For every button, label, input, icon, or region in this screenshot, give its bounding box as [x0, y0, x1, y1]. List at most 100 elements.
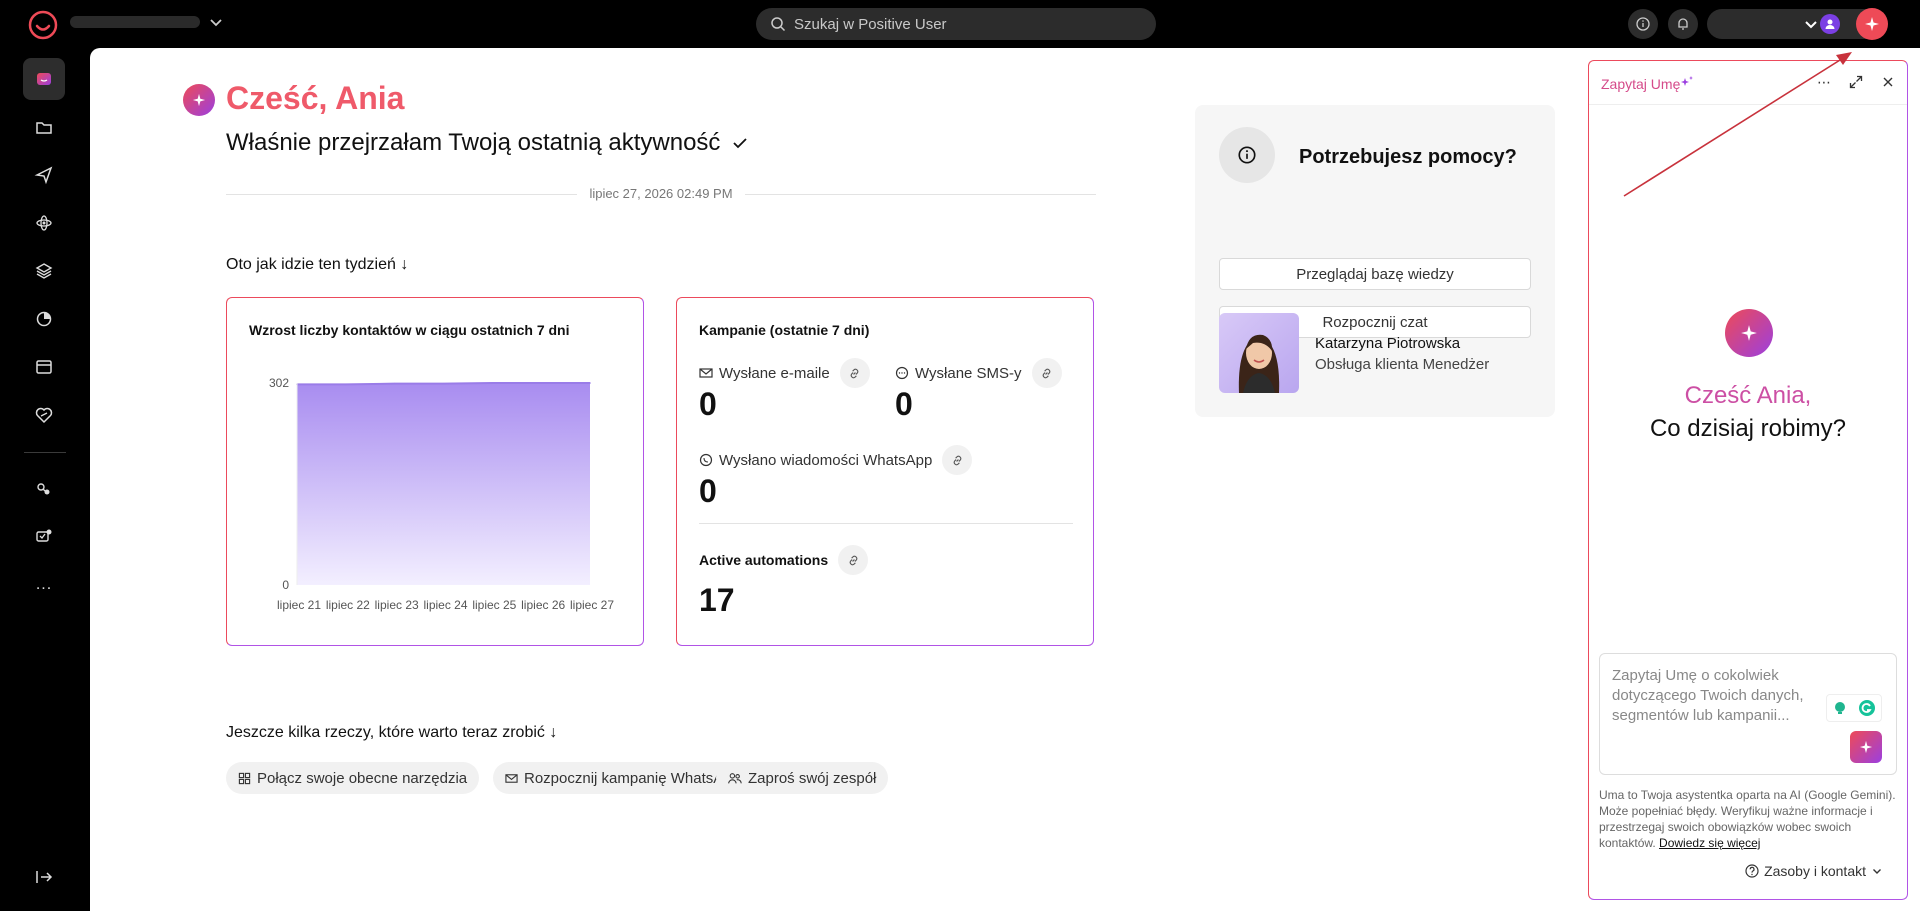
- automations-kpi-value: 17: [699, 582, 735, 618]
- timestamp-text: lipiec 27, 2026 02:49 PM: [577, 186, 745, 201]
- emails-kpi-text: Wysłane e-maile: [719, 364, 830, 382]
- lightbulb-icon[interactable]: [1832, 700, 1848, 716]
- browser-icon: [36, 360, 52, 374]
- ai-panel-title: Zapytaj Umę: [1601, 76, 1694, 92]
- info-button[interactable]: [1628, 9, 1658, 39]
- loyalty-icon: [35, 407, 53, 424]
- close-icon[interactable]: [1879, 73, 1897, 91]
- notifications-button[interactable]: [1668, 9, 1698, 39]
- x-tick-label-5: lipiec 26: [521, 598, 565, 612]
- logout-icon: [36, 871, 53, 883]
- contacts-growth-card[interactable]: Wzrost liczby kontaktów w ciągu ostatnic…: [226, 297, 644, 646]
- activity-subtitle-text: Właśnie przejrzałam Twoją ostatnią aktyw…: [226, 129, 721, 156]
- invite-team-chip[interactable]: Zaproś swój zespół: [716, 762, 889, 794]
- learn-more-link[interactable]: Dowiedz się więcej: [1659, 836, 1760, 850]
- sidebar-item-loyalty[interactable]: [23, 394, 65, 436]
- sms-kpi-label: Wysłane SMS-y: [895, 358, 1062, 388]
- sparkles-icon: [1681, 76, 1694, 86]
- ai-greeting: Cześć Ania,: [1684, 382, 1812, 409]
- link-icon: [953, 455, 962, 465]
- connect-tools-chip[interactable]: Połącz swoje obecne narzędzia: [226, 762, 480, 794]
- sparkle-icon: [1741, 325, 1757, 341]
- chart-point-1: [345, 383, 347, 386]
- sidebar-item-settings[interactable]: [23, 516, 65, 558]
- sms-kpi-value: 0: [895, 386, 913, 422]
- resources-label: Zasoby i kontakt: [1764, 863, 1866, 879]
- chart-point-5: [540, 382, 542, 384]
- sms-kpi-text: Wysłane SMS-y: [915, 364, 1022, 382]
- ai-prompt-input[interactable]: [1612, 666, 1842, 738]
- tools-icon: [238, 772, 251, 784]
- user-icon: [1825, 19, 1835, 29]
- layers-icon: [35, 263, 53, 279]
- team-icon: [728, 772, 742, 783]
- invite-team-label: Zaproś swój zespół: [748, 769, 877, 787]
- help-title: Potrzebujesz pomocy?: [1299, 146, 1517, 168]
- activity-subtitle: Właśnie przejrzałam Twoją ostatnią aktyw…: [226, 129, 748, 157]
- chat-settings-icon: [36, 529, 52, 542]
- account-name-redacted[interactable]: [70, 16, 200, 28]
- chart-point-2: [393, 382, 396, 385]
- chart-point-4: [491, 382, 494, 384]
- sidebar-item-home[interactable]: [23, 58, 65, 100]
- ai-send-button[interactable]: [1850, 731, 1882, 763]
- knowledge-base-button[interactable]: Przeglądaj bazę wiedzy: [1219, 258, 1531, 290]
- user-menu[interactable]: [1707, 9, 1881, 39]
- sidebar-item-pages[interactable]: [23, 346, 65, 388]
- sidebar: ...: [0, 48, 90, 911]
- info-icon: [1636, 17, 1650, 31]
- ai-prompt-box: [1599, 653, 1897, 775]
- automations-link-button[interactable]: [838, 545, 869, 575]
- help-circle-icon: [1745, 864, 1759, 878]
- sidebar-item-integrations[interactable]: [23, 468, 65, 510]
- whatsapp-kpi-value: 0: [699, 473, 717, 509]
- whatsapp-campaign-chip[interactable]: Rozpocznij kampanię WhatsApp: [493, 762, 752, 794]
- search-input[interactable]: Szukaj w Positive User: [756, 8, 1156, 40]
- x-tick-label-0: lipiec 21: [277, 598, 321, 612]
- account-manager-photo: [1219, 313, 1299, 393]
- brand-logo-icon[interactable]: [27, 9, 59, 41]
- automations-kpi-text: Active automations: [699, 552, 829, 568]
- week-section-title[interactable]: Oto jak idzie ten tydzień ↓: [226, 256, 408, 274]
- send-icon: [34, 166, 53, 185]
- sidebar-item-logout[interactable]: [23, 856, 65, 898]
- automations-kpi-label: Active automations: [699, 545, 869, 575]
- sms-link-button[interactable]: [1031, 358, 1062, 388]
- chevron-down-icon[interactable]: [208, 14, 224, 30]
- sidebar-item-analytics[interactable]: [23, 298, 65, 340]
- sidebar-item-more[interactable]: ...: [23, 564, 65, 606]
- mail-icon: [699, 368, 713, 378]
- ai-assistant-button[interactable]: [1856, 8, 1888, 40]
- campaigns-card[interactable]: Kampanie (ostatnie 7 dni) Wysłane e-mail…: [676, 297, 1094, 646]
- emails-kpi-label: Wysłane e-maile: [699, 358, 870, 388]
- sidebar-item-campaigns[interactable]: [23, 154, 65, 196]
- timestamp: lipiec 27, 2026 02:49 PM: [90, 186, 1232, 201]
- grammarly-icon[interactable]: [1858, 699, 1876, 717]
- resources-dropdown[interactable]: Zasoby i kontakt: [1745, 863, 1883, 879]
- chevron-down-icon: [1805, 21, 1817, 29]
- account-manager-role: Obsługa klienta Menedżer: [1315, 356, 1490, 373]
- search-placeholder: Szukaj w Positive User: [794, 15, 947, 33]
- automation-icon: [36, 215, 52, 231]
- whatsapp-icon: [699, 453, 713, 467]
- avatar: [1820, 14, 1840, 34]
- emails-link-button[interactable]: [839, 358, 870, 388]
- whatsapp-kpi-text: Wysłano wiadomości WhatsApp: [719, 451, 933, 469]
- todo-section-label: Jeszcze kilka rzeczy, które warto teraz …: [226, 724, 545, 741]
- browser-extensions: [1826, 694, 1882, 722]
- person-photo-icon: [1238, 334, 1280, 393]
- sidebar-item-segments[interactable]: [23, 250, 65, 292]
- x-tick-label-2: lipiec 23: [375, 598, 419, 612]
- contacts-area-chart: 0 302 lipiec 21 lipiec 22 lipiec 23 lipiec 24…: [269, 376, 614, 612]
- bell-icon: [1678, 18, 1688, 30]
- sidebar-item-contacts[interactable]: [23, 106, 65, 148]
- info-icon: [1238, 146, 1256, 164]
- uma-avatar: [183, 84, 215, 116]
- expand-icon[interactable]: [1847, 73, 1865, 91]
- ai-panel-controls: ⋯: [1815, 73, 1897, 91]
- more-options-icon[interactable]: ⋯: [1815, 73, 1833, 91]
- whatsapp-link-button[interactable]: [942, 445, 973, 475]
- sidebar-item-automations[interactable]: [23, 202, 65, 244]
- x-tick-label-1: lipiec 22: [326, 598, 370, 612]
- todo-section-title[interactable]: Jeszcze kilka rzeczy, które warto teraz …: [226, 724, 557, 742]
